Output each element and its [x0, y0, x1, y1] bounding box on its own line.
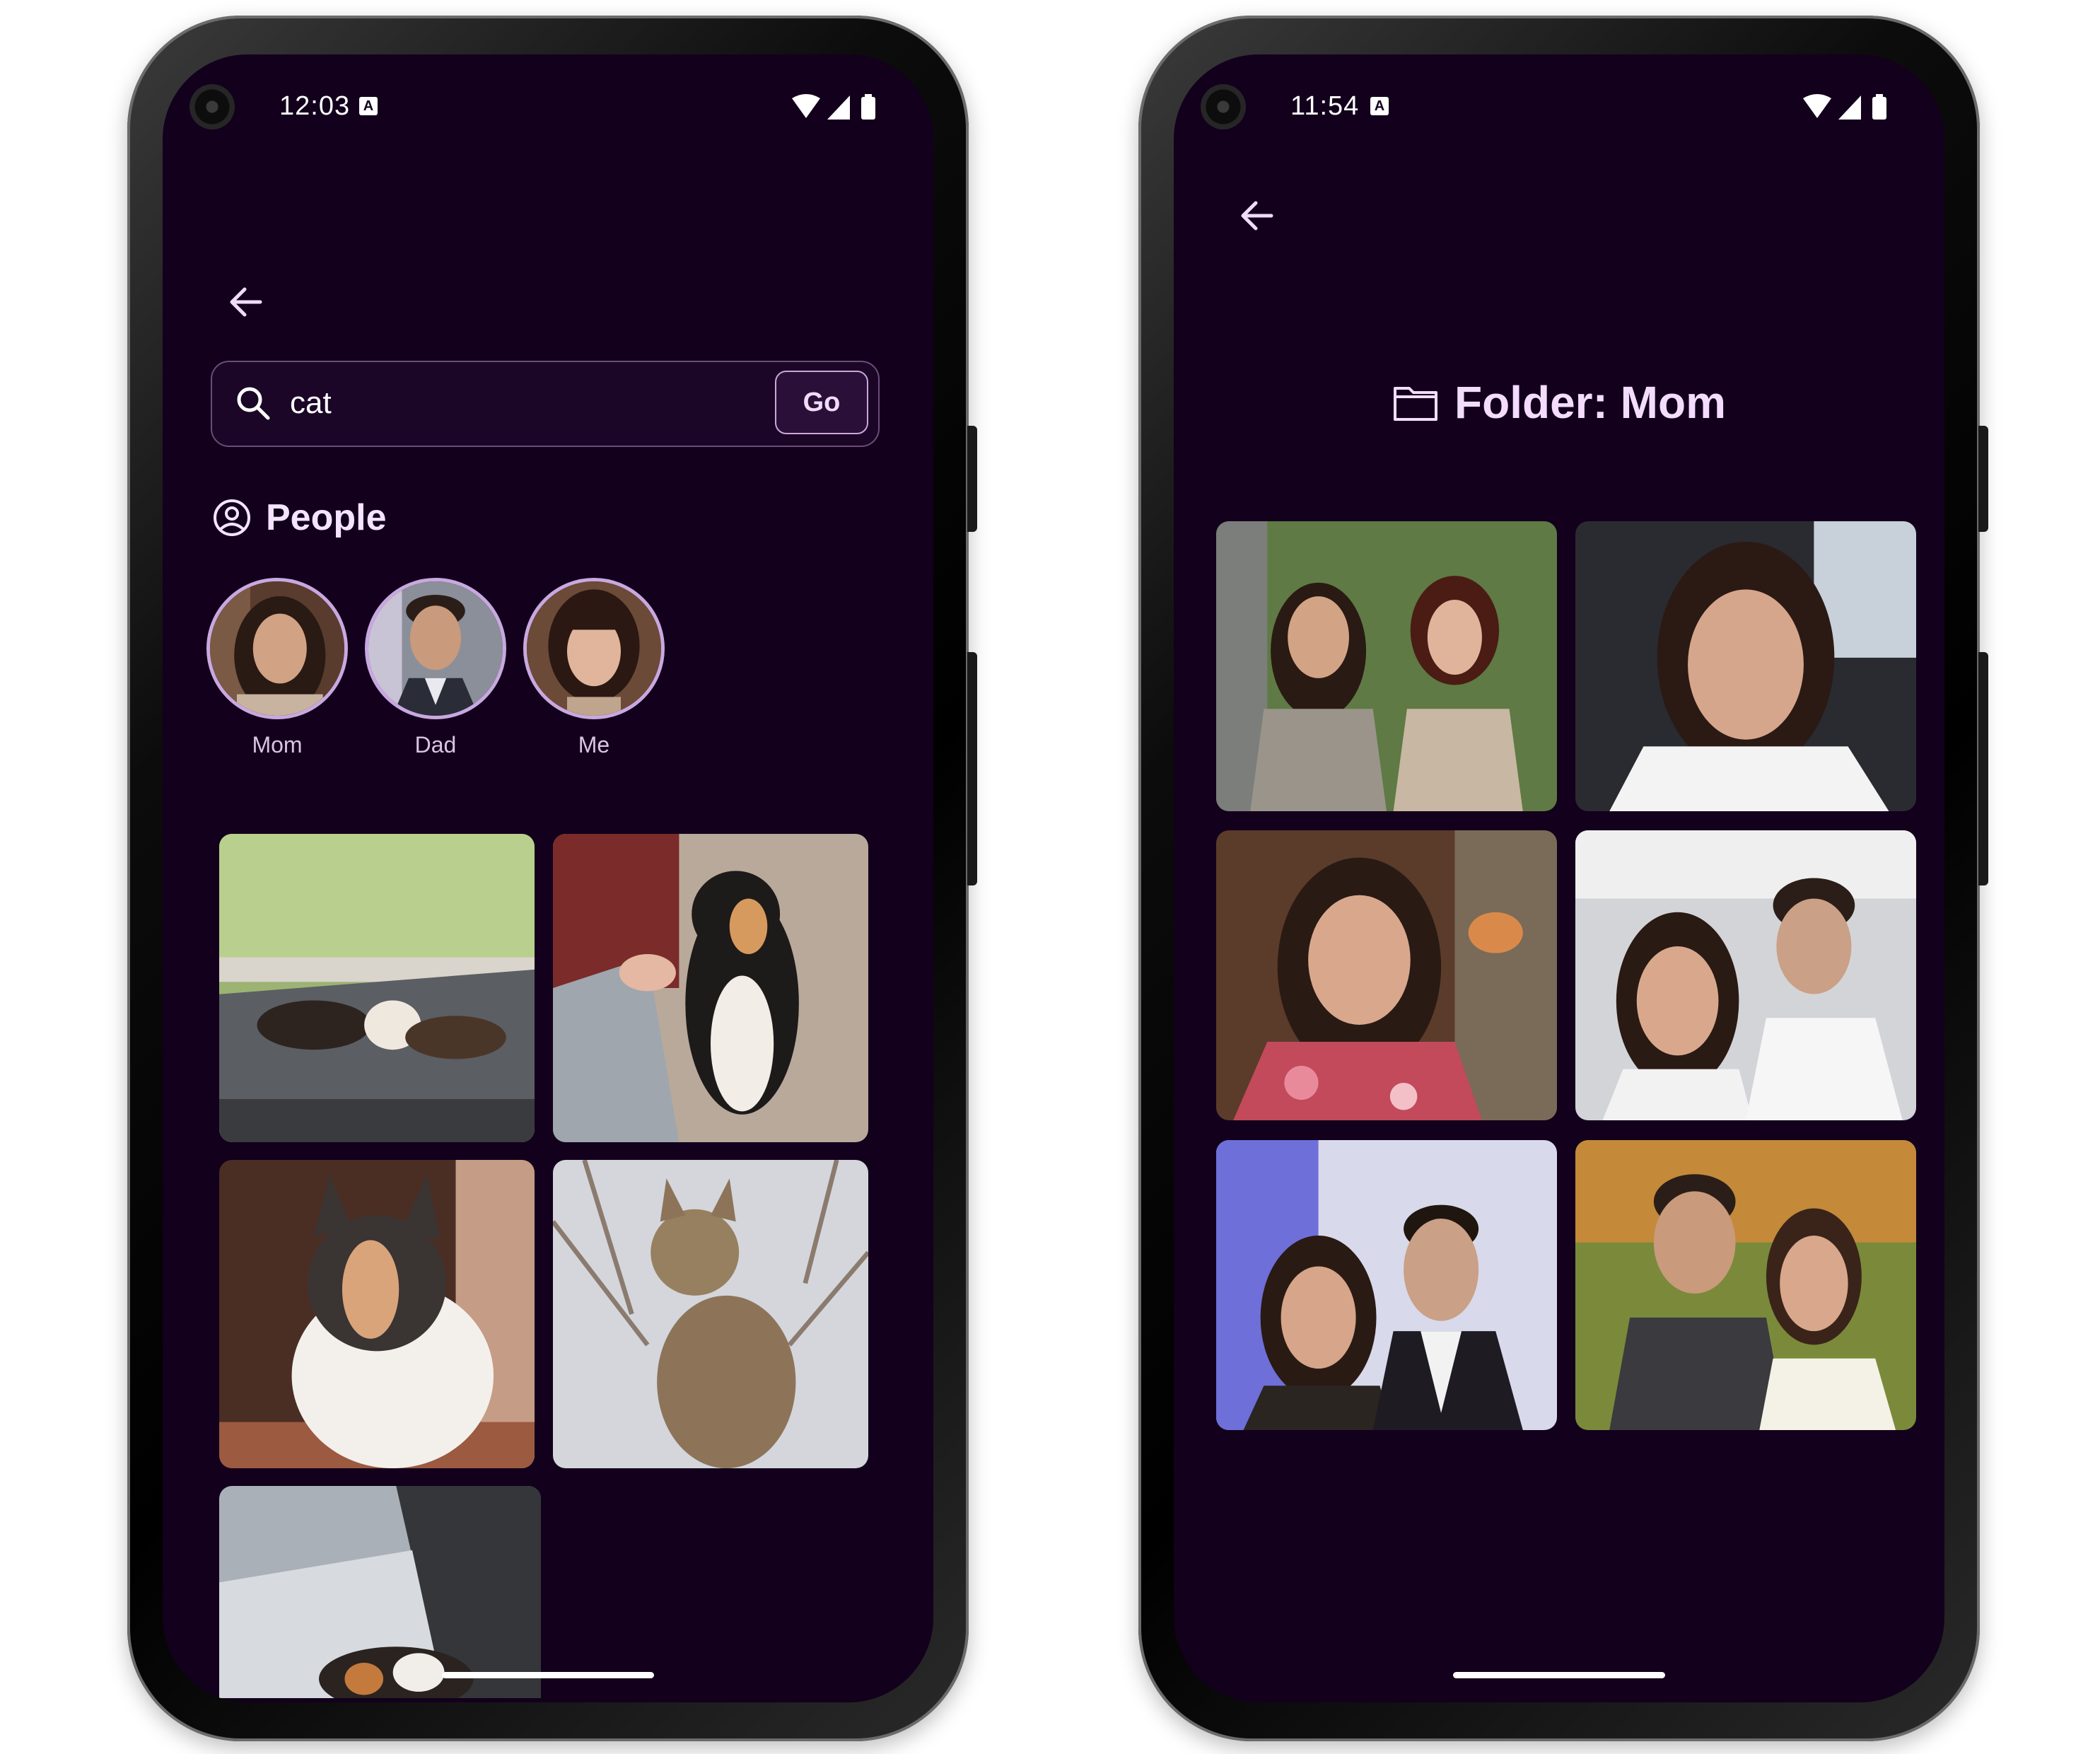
folder-icon	[1394, 387, 1438, 421]
people-section-title: People	[266, 497, 387, 538]
photo-result-5[interactable]	[219, 1486, 541, 1698]
folder-photo-6[interactable]	[1575, 1140, 1916, 1430]
folder-photo-5[interactable]	[1216, 1140, 1557, 1430]
folder-header: Folder: Mom	[1174, 376, 1944, 429]
person-me[interactable]: Me	[523, 578, 665, 758]
home-indicator[interactable]	[1453, 1672, 1665, 1678]
status-time: 11:54	[1290, 91, 1360, 121]
system-status-icons	[792, 94, 875, 120]
person-dad[interactable]: Dad	[365, 578, 506, 758]
person-circle-icon	[214, 499, 250, 536]
avatar	[365, 578, 506, 719]
battery-icon	[1872, 97, 1886, 120]
folder-photo-3[interactable]	[1216, 830, 1557, 1120]
search-input[interactable]	[290, 383, 714, 423]
folder-title: Folder: Mom	[1454, 377, 1726, 428]
avatar	[523, 578, 665, 719]
phone-search-screen: 12:03 A Go P	[127, 16, 977, 1741]
folder-photo-2[interactable]	[1575, 521, 1916, 811]
person-name: Mom	[252, 732, 303, 757]
status-bar: 12:03 A	[163, 54, 933, 132]
power-button	[967, 426, 977, 532]
power-button	[1978, 426, 1988, 532]
person-mom[interactable]: Mom	[206, 578, 348, 758]
screen: 12:03 A Go P	[163, 54, 933, 1702]
people-section-header: People	[212, 493, 387, 542]
wifi-icon	[1803, 94, 1831, 118]
folder-photo-4[interactable]	[1575, 830, 1916, 1120]
notification-icon: A	[359, 97, 378, 115]
photo-result-3[interactable]	[219, 1160, 535, 1468]
photo-result-2[interactable]	[553, 834, 868, 1142]
folder-photo-1[interactable]	[1216, 521, 1557, 811]
battery-icon	[861, 97, 875, 120]
system-status-icons	[1803, 94, 1886, 120]
wifi-icon	[792, 94, 820, 118]
signal-icon	[1838, 95, 1861, 120]
phone-folder-screen: 11:54 A Folder: Mom	[1138, 16, 1988, 1741]
avatar	[206, 578, 348, 719]
search-bar: Go	[211, 361, 880, 447]
status-bar: 11:54 A	[1174, 54, 1944, 132]
front-camera	[1201, 84, 1246, 129]
search-icon	[237, 387, 270, 420]
person-name: Dad	[414, 732, 457, 757]
screen: 11:54 A Folder: Mom	[1174, 54, 1944, 1702]
back-arrow-icon[interactable]	[1236, 194, 1278, 237]
photo-result-4[interactable]	[553, 1160, 868, 1468]
notification-icon: A	[1370, 97, 1389, 115]
home-indicator[interactable]	[442, 1672, 654, 1678]
status-time: 12:03	[279, 91, 351, 121]
signal-icon	[827, 95, 850, 120]
volume-button	[967, 652, 977, 885]
go-button[interactable]: Go	[775, 371, 868, 434]
front-camera	[189, 84, 235, 129]
person-name: Me	[578, 732, 610, 757]
volume-button	[1978, 652, 1988, 885]
photo-result-1[interactable]	[219, 834, 535, 1142]
back-arrow-icon[interactable]	[225, 281, 267, 323]
